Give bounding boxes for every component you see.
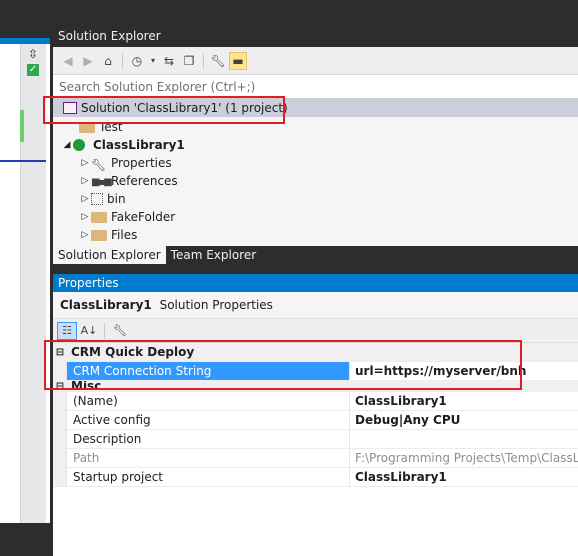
properties-wrench-icon[interactable]: 🔧︎	[209, 52, 227, 70]
tree-item-references[interactable]: ▷ ■▪■ References	[79, 172, 178, 190]
wrench-icon: 🔧︎	[91, 158, 107, 172]
solution-explorer-toolbar: ◀ ▶ ⌂ ◷ ▾ ⇆ ❐ 🔧︎ ▬	[53, 47, 578, 75]
folder-icon	[91, 230, 107, 241]
tree-item-label: ClassLibrary1	[93, 138, 185, 152]
category-crm-quick-deploy[interactable]: ⊟ CRM Quick Deploy	[53, 343, 578, 362]
expanded-arrow-icon[interactable]: ◢	[61, 136, 73, 154]
solution-node[interactable]: Solution 'ClassLibrary1' (1 project)	[53, 99, 578, 117]
toolbar-separator	[104, 322, 105, 339]
category-misc[interactable]: ⊟ Misc	[53, 381, 578, 392]
toolbar-separator	[203, 52, 204, 69]
tree-item-label: References	[111, 174, 178, 188]
toolbar-separator	[122, 52, 123, 69]
tree-item-properties[interactable]: ▷ 🔧︎ Properties	[79, 154, 172, 172]
folder-icon	[79, 122, 95, 133]
editor-tab-bar	[0, 0, 50, 44]
property-grid-empty-area	[53, 496, 578, 556]
search-input[interactable]: Search Solution Explorer (Ctrl+;)	[53, 75, 578, 99]
tree-item-project[interactable]: ◢ ClassLibrary1	[61, 136, 185, 154]
solution-icon	[63, 102, 77, 114]
property-row-name[interactable]: (Name) ClassLibrary1	[53, 392, 578, 411]
tree-item-label: bin	[107, 192, 126, 206]
property-grid: ⊟ CRM Quick Deploy CRM Connection String…	[53, 343, 578, 496]
property-row-description[interactable]: Description	[53, 430, 578, 449]
tree-item-label: Properties	[111, 156, 172, 170]
properties-object-selector[interactable]: ClassLibrary1 Solution Properties	[53, 292, 578, 319]
collapsed-arrow-icon[interactable]: ▷	[79, 208, 91, 226]
tab-team-explorer[interactable]: Team Explorer	[166, 246, 262, 264]
folder-icon	[91, 212, 107, 223]
object-name: ClassLibrary1	[60, 298, 152, 312]
tree-item-label: Test	[99, 120, 123, 134]
properties-toolbar: ☷ A↓ 🔧︎	[53, 319, 578, 343]
csharp-project-icon	[73, 139, 85, 151]
tree-item-label: Files	[111, 228, 138, 242]
tab-solution-explorer[interactable]: Solution Explorer	[53, 246, 166, 264]
tree-item-fakefolder[interactable]: ▷ FakeFolder	[79, 208, 176, 226]
collapse-icon[interactable]: ⊟	[53, 381, 67, 391]
collapsed-arrow-icon[interactable]: ▷	[79, 154, 91, 172]
solution-explorer-panel: Solution Explorer ◀ ▶ ⌂ ◷ ▾ ⇆ ❐ 🔧︎ ▬ Sea…	[53, 26, 578, 556]
categorized-icon[interactable]: ☷	[57, 321, 77, 340]
property-row-path[interactable]: Path F:\Programming Projects\Temp\ClassL…	[53, 449, 578, 468]
dropdown-arrow-icon[interactable]: ▾	[148, 52, 158, 70]
property-pages-wrench-icon[interactable]: 🔧︎	[110, 322, 130, 340]
history-icon[interactable]: ◷	[128, 52, 146, 70]
tree-item-files[interactable]: ▷ Files	[79, 226, 138, 244]
editor-caret-line	[0, 160, 46, 162]
tree-item-label: FakeFolder	[111, 210, 176, 224]
collapsed-arrow-icon[interactable]: ▷	[79, 226, 91, 244]
back-icon[interactable]: ◀	[59, 52, 77, 70]
references-icon: ■▪■	[91, 177, 113, 188]
collapsed-arrow-icon[interactable]: ▷	[79, 190, 91, 208]
tree-item-bin[interactable]: ▷ bin	[79, 190, 126, 208]
forward-icon[interactable]: ▶	[79, 52, 97, 70]
properties-title: Properties	[53, 274, 578, 292]
object-type: Solution Properties	[159, 298, 273, 312]
solution-tree: Solution 'ClassLibrary1' (1 project) Tes…	[53, 99, 578, 246]
solution-label: Solution 'ClassLibrary1' (1 project)	[81, 101, 288, 115]
sync-icon[interactable]: ⇆	[160, 52, 178, 70]
hidden-folder-icon	[91, 193, 103, 205]
collapse-all-icon[interactable]: ❐	[180, 52, 198, 70]
collapse-icon[interactable]: ⊟	[53, 343, 67, 361]
tree-item-test[interactable]: Test	[67, 118, 123, 136]
split-window-icon[interactable]: ⇳	[26, 47, 40, 61]
change-marker	[20, 110, 24, 142]
alphabetical-icon[interactable]: A↓	[79, 322, 99, 340]
home-icon[interactable]: ⌂	[99, 52, 117, 70]
property-row-crm-connection-string[interactable]: CRM Connection String url=https://myserv…	[53, 362, 578, 381]
property-row-active-config[interactable]: Active config Debug|Any CPU	[53, 411, 578, 430]
collapsed-arrow-icon[interactable]: ▷	[79, 172, 91, 190]
checkmark-icon: ✓	[27, 64, 39, 76]
property-row-startup-project[interactable]: Startup project ClassLibrary1	[53, 468, 578, 487]
preview-pin-icon[interactable]: ▬	[229, 51, 247, 70]
explorer-tab-strip: Solution Explorer Team Explorer	[53, 246, 578, 264]
solution-explorer-title: Solution Explorer	[53, 26, 578, 47]
